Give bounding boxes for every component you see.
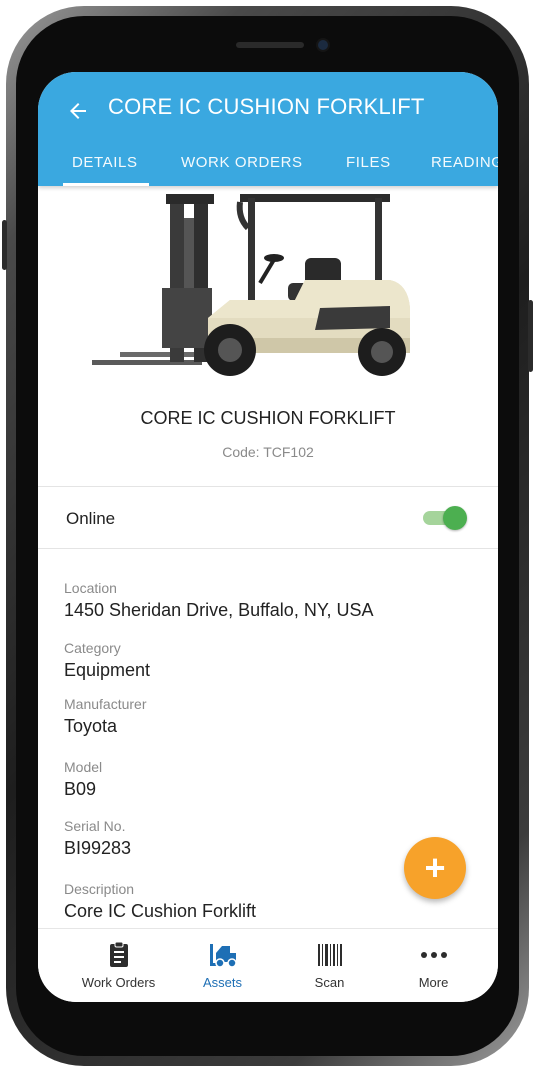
asset-photo [38, 186, 498, 381]
category-label: Category [64, 640, 121, 656]
manufacturer-label: Manufacturer [64, 696, 147, 712]
divider [38, 486, 498, 487]
active-tab-indicator [63, 183, 149, 186]
nav-assets[interactable]: Assets [165, 929, 280, 1002]
front-camera [318, 40, 328, 50]
location-value: 1450 Sheridan Drive, Buffalo, NY, USA [64, 600, 374, 620]
forklift-icon [210, 944, 237, 968]
earpiece-speaker [236, 42, 304, 48]
toggle-thumb [443, 506, 467, 530]
category-value: Equipment [64, 660, 151, 680]
page-title: CORE IC CUSHION FORKLIFT [108, 94, 425, 119]
serial-number-value: BI99283 [64, 838, 132, 858]
model-label: Model [64, 759, 103, 775]
clipboard-icon [110, 941, 128, 967]
tab-bar: DETAILS WORK ORDERS FILES READINGS [38, 148, 498, 186]
nav-more[interactable]: More [376, 929, 491, 1002]
manufacturer-value: Toyota [64, 716, 118, 736]
nav-label: More [418, 975, 449, 990]
volume-button [2, 220, 7, 270]
serial-number-label: Serial No. [64, 818, 126, 834]
nav-label: Assets [202, 975, 242, 990]
details-content[interactable]: CORE IC CUSHION FORKLIFT Code: TCF102 On… [38, 186, 498, 928]
barcode-icon [318, 944, 342, 966]
asset-code: Code: TCF102 [222, 444, 314, 460]
forklift-image [92, 194, 410, 376]
description-label: Description [64, 881, 135, 897]
nav-label: Scan [314, 975, 345, 990]
power-button [528, 300, 533, 372]
bottom-navigation: Work Orders Assets Scan More [38, 928, 498, 1002]
model-value: B09 [64, 779, 97, 799]
more-dots-icon [421, 952, 447, 958]
app-screen: CORE IC CUSHION FORKLIFT DETAILS WORK OR… [38, 72, 498, 1002]
divider [38, 548, 498, 549]
plus-icon: + [424, 847, 446, 888]
app-bar: CORE IC CUSHION FORKLIFT DETAILS WORK OR… [38, 72, 498, 186]
tab-files[interactable]: FILES [346, 154, 391, 171]
online-label: Online [66, 509, 116, 528]
tab-details[interactable]: DETAILS [72, 154, 138, 171]
nav-work-orders[interactable]: Work Orders [61, 929, 176, 1002]
description-value: Core IC Cushion Forklift [64, 901, 257, 921]
back-arrow-icon[interactable] [66, 99, 90, 123]
online-toggle[interactable] [421, 506, 469, 530]
location-label: Location [64, 580, 117, 596]
nav-scan[interactable]: Scan [272, 929, 387, 1002]
tab-readings[interactable]: READINGS [431, 154, 498, 171]
tab-work-orders[interactable]: WORK ORDERS [181, 154, 303, 171]
asset-name: CORE IC CUSHION FORKLIFT [140, 408, 396, 428]
nav-label: Work Orders [81, 975, 156, 990]
add-fab-button[interactable]: + [404, 837, 466, 899]
